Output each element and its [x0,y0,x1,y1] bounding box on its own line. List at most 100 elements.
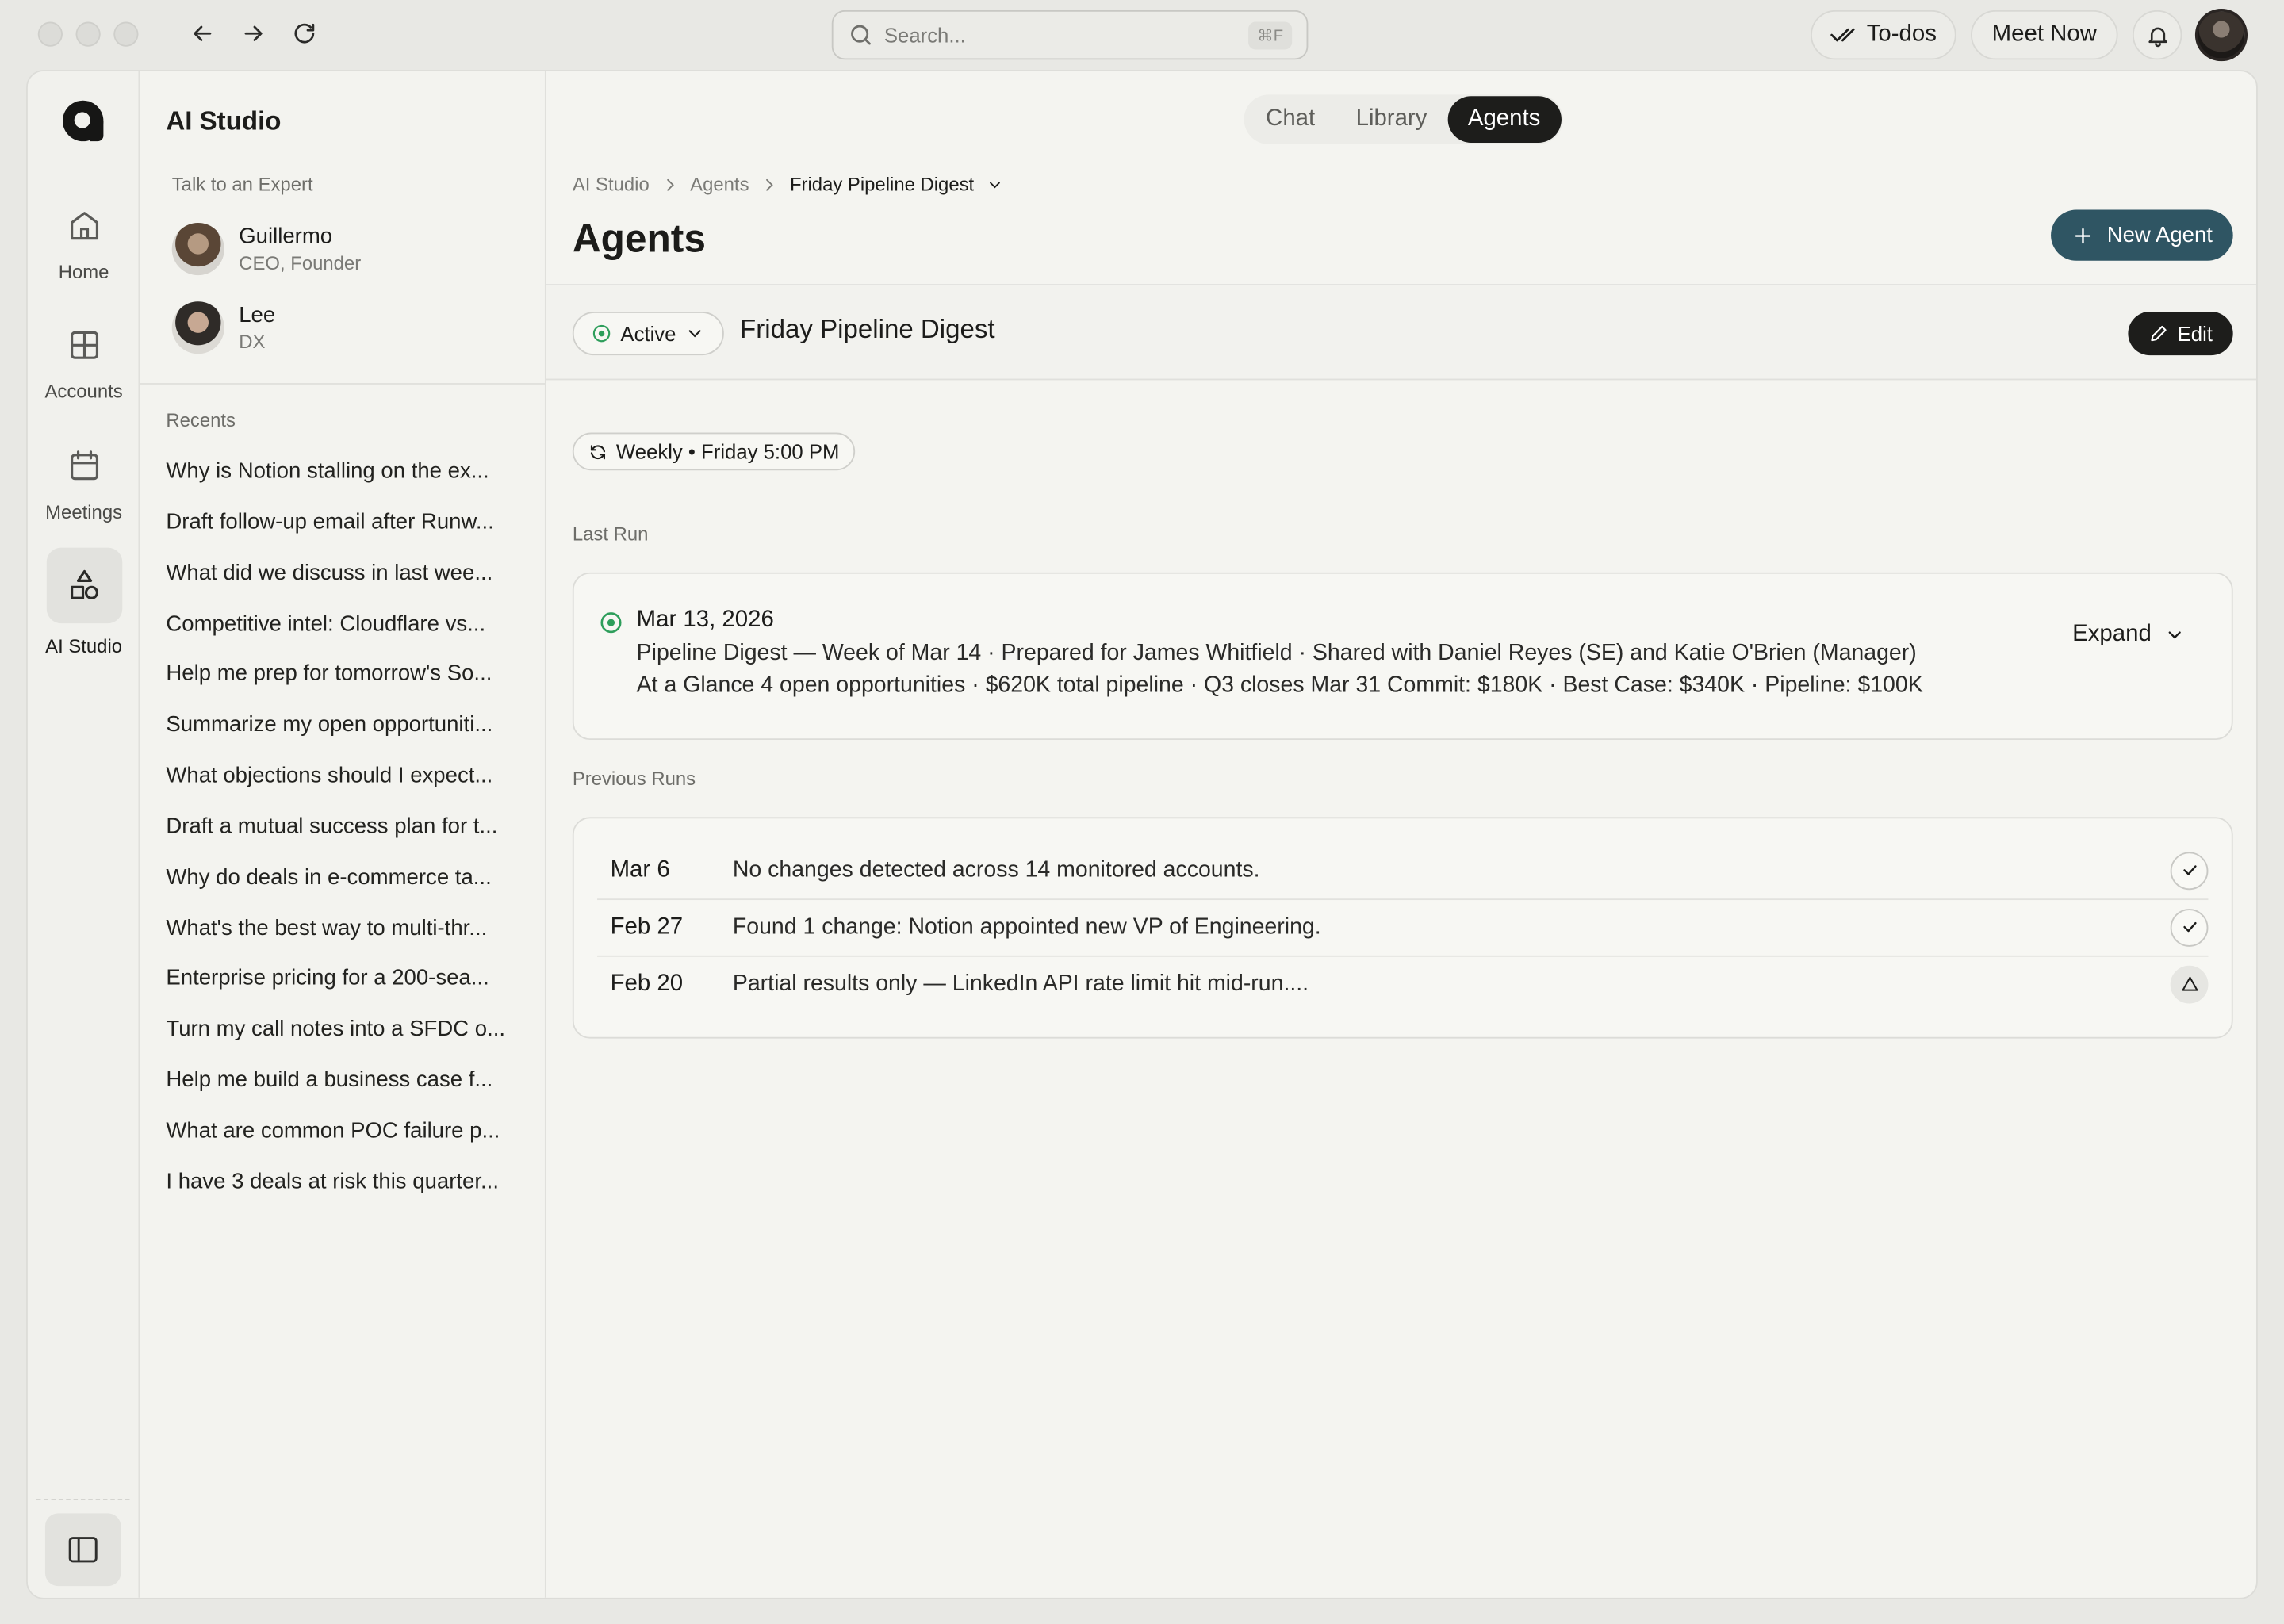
rail-label-ai-studio: AI Studio [45,634,123,657]
rail-meetings-icon-wrap [46,428,122,504]
rail-item-home[interactable]: Home [28,188,140,282]
grid-icon [70,331,98,359]
success-status-icon [600,612,622,634]
expand-label: Expand [2072,622,2152,647]
agent-status-dropdown[interactable]: Active [572,312,725,356]
run-summary: No changes detected across 14 monitored … [732,856,1260,883]
active-status-icon [592,324,611,343]
last-run-card[interactable]: Mar 13, 2026 Pipeline Digest — Week of M… [572,572,2233,741]
expert-role: DX [239,330,266,353]
expert-name: Lee [239,303,276,328]
reload-icon [294,23,315,44]
breadcrumb-agents[interactable]: Agents [690,174,749,196]
chevron-down-icon[interactable] [986,175,1003,193]
toggle-sidebar-button[interactable] [44,1513,121,1587]
experts-heading: Talk to an Expert [171,173,313,196]
search-shortcut-badge: ⌘F [1248,21,1293,49]
window-minimize-button[interactable] [75,21,101,47]
breadcrumb-current[interactable]: Friday Pipeline Digest [790,174,974,196]
last-run-summary-line-1: Pipeline Digest — Week of Mar 14 · Prepa… [636,641,1917,666]
recent-item[interactable]: Draft a mutual success plan for t... [166,810,530,860]
recent-item[interactable]: Help me build a business case f... [166,1063,530,1114]
bell-icon [2148,26,2167,47]
main-content: Chat Library Agents AI Studio Agents Fri… [546,71,2257,1598]
search-icon [851,25,871,45]
table-row[interactable]: Mar 6 No changes detected across 14 moni… [597,842,2209,899]
schedule-text: Weekly • Friday 5:00 PM [615,439,840,464]
meet-now-button[interactable]: Meet Now [1971,10,2118,60]
recurring-icon [590,444,606,459]
warning-icon [2170,964,2209,1003]
recent-item[interactable]: Enterprise pricing for a 200-sea... [166,962,530,1013]
recent-item[interactable]: I have 3 deals at risk this quarter... [166,1165,530,1216]
expert-lee[interactable]: Lee DX [171,301,276,354]
recent-item[interactable]: What are common POC failure p... [166,1114,530,1165]
window-zoom-button[interactable] [113,21,139,47]
meet-now-label: Meet Now [1991,21,2097,47]
last-run-summary-line-2: At a Glance 4 open opportunities · $620K… [636,672,1923,698]
tab-library[interactable]: Library [1336,96,1447,143]
table-row[interactable]: Feb 20 Partial results only — LinkedIn A… [597,956,2209,1013]
shapes-icon [70,569,98,599]
app-logo-icon[interactable] [62,100,104,142]
recent-item[interactable]: What did we discuss in last wee... [166,556,530,607]
recent-item[interactable]: Competitive intel: Cloudflare vs... [166,607,530,657]
todos-button[interactable]: To-dos [1811,10,1956,60]
rail-label-accounts: Accounts [44,380,123,402]
previous-runs-heading: Previous Runs [572,767,696,790]
chevron-down-icon [2168,631,2181,639]
user-avatar[interactable] [2194,9,2248,62]
double-check-icon [1831,28,1856,42]
sidebar-toggle-icon [68,1537,98,1563]
recents-list: Why is Notion stalling on the ex... Draf… [166,454,530,1216]
page-title: Agents [572,216,706,261]
plus-icon [2075,227,2092,243]
expert-guillermo[interactable]: Guillermo CEO, Founder [171,223,362,276]
recent-item[interactable]: Draft follow-up email after Runw... [166,505,530,556]
expand-button[interactable]: Expand [2072,622,2185,648]
new-agent-button[interactable]: New Agent [2051,209,2233,261]
app-frame: Home Accounts Meetings AI Studio AI Stud… [26,70,2258,1599]
reload-button[interactable] [289,17,320,49]
rail-item-ai-studio[interactable]: AI Studio [28,547,140,657]
todos-label: To-dos [1866,21,1937,47]
back-button[interactable] [186,17,218,49]
recent-item[interactable]: What's the best way to multi-thr... [166,911,530,962]
tab-chat[interactable]: Chat [1245,96,1336,143]
rail-ai-studio-icon-wrap [45,547,122,624]
previous-runs-list: Mar 6 No changes detected across 14 moni… [572,817,2233,1039]
notifications-button[interactable] [2132,10,2182,60]
rail-item-meetings[interactable]: Meetings [28,428,140,523]
agent-header-bar: Active Friday Pipeline Digest Edit [546,285,2257,381]
view-tabs: Chat Library Agents [1244,94,1562,144]
search-input[interactable] [883,23,1249,47]
rail-item-accounts[interactable]: Accounts [28,308,140,402]
arrow-right-icon [244,25,263,41]
recent-item[interactable]: What objections should I expect... [166,759,530,810]
agent-name: Friday Pipeline Digest [740,314,995,344]
edit-agent-button[interactable]: Edit [2128,312,2233,356]
rail-label-home: Home [58,260,109,283]
schedule-badge: Weekly • Friday 5:00 PM [572,432,856,471]
arrow-left-icon [194,25,212,41]
left-rail: Home Accounts Meetings AI Studio [27,71,140,1598]
tab-agents[interactable]: Agents [1447,96,1562,143]
recent-item[interactable]: Help me prep for tomorrow's So... [166,657,530,708]
run-summary: Found 1 change: Notion appointed new VP … [732,914,1321,939]
rail-label-meetings: Meetings [45,500,123,523]
recent-item[interactable]: Summarize my open opportuniti... [166,708,530,759]
rail-home-icon-wrap [46,188,122,264]
window-close-button[interactable] [37,21,63,47]
breadcrumb-ai-studio[interactable]: AI Studio [573,174,650,196]
forward-button[interactable] [237,17,269,49]
recent-item[interactable]: Turn my call notes into a SFDC o... [166,1013,530,1063]
last-run-heading: Last Run [572,523,649,545]
title-bar: ⌘F To-dos Meet Now [0,0,2284,70]
table-row[interactable]: Feb 27 Found 1 change: Notion appointed … [597,898,2209,956]
search-box[interactable]: ⌘F [831,10,1309,60]
recent-item[interactable]: Why is Notion stalling on the ex... [166,454,530,505]
chevron-right-icon [666,178,674,190]
ai-studio-sidebar: AI Studio Talk to an Expert Guillermo CE… [140,71,546,1598]
expert-role: CEO, Founder [239,251,362,274]
recent-item[interactable]: Why do deals in e-commerce ta... [166,860,530,911]
